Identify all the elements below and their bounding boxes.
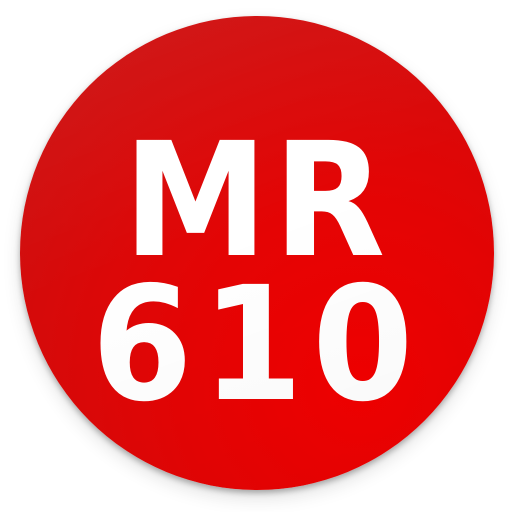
icon-label-line-2: 610: [91, 253, 423, 437]
page-canvas: MR 610: [0, 0, 512, 512]
app-icon[interactable]: MR 610: [20, 16, 494, 490]
